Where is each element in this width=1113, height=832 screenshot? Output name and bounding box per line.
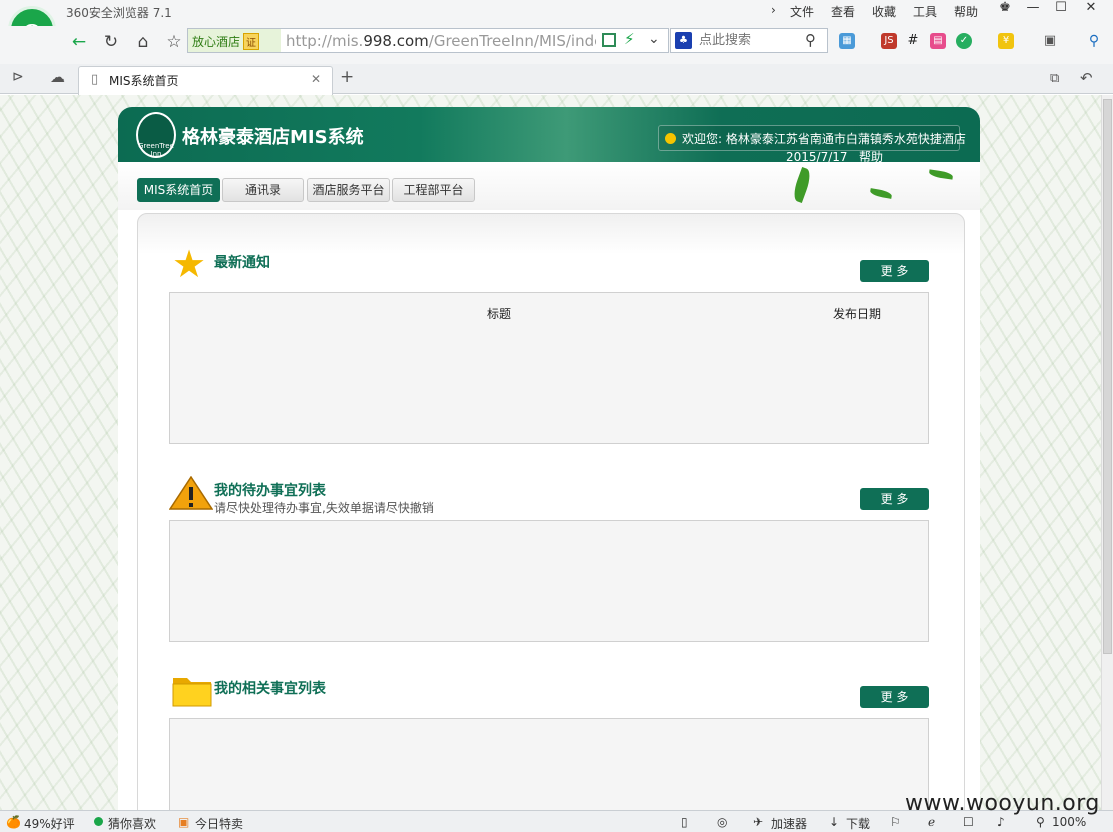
translate-extension-icon[interactable]: ▤ <box>930 33 946 49</box>
url-scheme: http://mis. <box>286 32 364 50</box>
browser-title: 360安全浏览器 7.1 <box>66 6 172 20</box>
rating-text[interactable]: 49%好评 <box>24 815 75 832</box>
js-extension-icon[interactable]: JS <box>881 33 897 49</box>
menu-help[interactable]: 帮助 <box>954 3 978 20</box>
chevron-right-icon[interactable]: › <box>771 3 776 17</box>
star-icon: ★ <box>172 242 207 286</box>
more-notice-button[interactable]: 更 多 <box>860 260 929 282</box>
today-deals[interactable]: 今日特卖 <box>195 815 243 832</box>
menu-favorites[interactable]: 收藏 <box>872 3 896 20</box>
column-header-title: 标题 <box>487 307 512 321</box>
apps-grid-icon[interactable]: ▦ <box>839 33 855 49</box>
column-header-date: 发布日期 <box>833 307 882 321</box>
refresh-icon[interactable]: ↻ <box>97 29 125 55</box>
content-panel: ★ 最新通知 更 多 标题 发布日期 我的待办事宜列表 请尽快处理待办事宜,失效… <box>137 213 965 810</box>
chevron-down-icon[interactable]: ⌄ <box>648 31 660 47</box>
ie-icon[interactable]: ℯ <box>928 815 935 829</box>
rating-icon[interactable]: 🍊 <box>6 815 21 829</box>
zoom-status-icon[interactable]: ⚲ <box>1036 815 1045 829</box>
flag-icon[interactable]: ⚐ <box>890 815 901 829</box>
minimize-button[interactable]: — <box>1018 0 1048 18</box>
watermark: www.wooyun.org <box>905 791 1100 816</box>
leaf-decoration <box>790 166 814 204</box>
url-path: /GreenTreeInn/MIS/inde <box>428 32 596 50</box>
nav-contacts[interactable]: 通讯录 <box>222 178 304 202</box>
url-text[interactable]: http://mis.998.com/GreenTreeInn/MIS/inde <box>286 32 596 50</box>
section-title-related: 我的相关事宜列表 <box>214 681 326 697</box>
search-box[interactable]: ♣ ⚲ <box>670 28 828 53</box>
tab-mis-home[interactable]: ▯ MIS系统首页 ✕ <box>78 66 333 95</box>
scrollbar-thumb[interactable] <box>1103 99 1112 654</box>
site-header: GreenTree Inn 格林豪泰酒店MIS系统 欢迎您: 格林豪泰江苏省南通… <box>118 107 980 164</box>
window-icon[interactable]: ☐ <box>963 815 974 829</box>
favorite-star-icon[interactable]: ☆ <box>160 29 188 55</box>
tab-title: MIS系统首页 <box>109 74 179 88</box>
new-tab-icon[interactable]: + <box>340 67 354 87</box>
search-input[interactable] <box>699 31 803 50</box>
search-engine-icon[interactable]: ♣ <box>675 32 692 49</box>
phone-icon[interactable]: ▯ <box>681 815 688 829</box>
nav-mis-home[interactable]: MIS系统首页 <box>137 178 220 202</box>
screenshot-icon[interactable]: ▣ <box>1042 33 1058 49</box>
download-label[interactable]: 下载 <box>846 815 870 832</box>
guess-you-like[interactable]: 猜你喜欢 <box>108 815 156 832</box>
address-bar[interactable]: 放心酒店证 http://mis.998.com/GreenTreeInn/MI… <box>187 28 669 53</box>
main-nav: MIS系统首页 通讯录 酒店服务平台 工程部平台 <box>118 162 980 210</box>
download-icon[interactable]: ↓ <box>829 815 839 829</box>
back-icon[interactable]: ← <box>65 29 93 55</box>
section-title-todo: 我的待办事宜列表 <box>214 483 326 499</box>
maximize-button[interactable]: ☐ <box>1046 0 1076 18</box>
search-icon[interactable]: ⚲ <box>805 31 816 49</box>
coupon-icon[interactable]: ¥ <box>998 33 1014 49</box>
section-subtitle-todo: 请尽快处理待办事宜,失效单据请尽快撤销 <box>214 501 434 515</box>
folder-icon <box>171 670 212 710</box>
sidebar-toggle-icon[interactable]: ⊳ <box>12 69 24 85</box>
gift-icon[interactable]: ▣ <box>178 815 189 829</box>
zoom-level[interactable]: 100% <box>1052 815 1086 829</box>
accelerator[interactable]: 加速器 <box>771 815 807 832</box>
page-icon: ▯ <box>91 72 99 87</box>
mis-page: GreenTree Inn 格林豪泰酒店MIS系统 欢迎您: 格林豪泰江苏省南通… <box>118 107 980 810</box>
trust-badge-label: 放心酒店 <box>192 35 241 49</box>
certificate-icon: 证 <box>243 33 260 50</box>
web-content: GreenTree Inn 格林豪泰酒店MIS系统 欢迎您: 格林豪泰江苏省南通… <box>0 95 1101 810</box>
more-todo-button[interactable]: 更 多 <box>860 488 929 510</box>
rocket-icon[interactable]: ✈ <box>753 815 763 829</box>
smiley-icon <box>665 133 676 144</box>
swirl-icon[interactable]: ◎ <box>717 815 727 829</box>
close-tab-icon[interactable]: ✕ <box>311 72 321 86</box>
cloud-icon[interactable]: ☁ <box>50 68 65 86</box>
hash-extension-icon[interactable]: # <box>905 33 921 49</box>
more-related-button[interactable]: 更 多 <box>860 686 929 708</box>
leaf-decoration <box>928 169 954 180</box>
vertical-scrollbar[interactable] <box>1101 95 1113 810</box>
menu-file[interactable]: 文件 <box>790 3 814 20</box>
tab-restore-icon[interactable]: ⧉ <box>1050 71 1059 86</box>
welcome-text: 欢迎您: 格林豪泰江苏省南通市白蒲镇秀水苑快捷酒店 <box>682 132 966 146</box>
dot-icon <box>94 817 103 826</box>
close-window-button[interactable]: ✕ <box>1076 0 1106 18</box>
skin-icon[interactable]: ♚ <box>990 0 1020 18</box>
nav-engineering[interactable]: 工程部平台 <box>392 178 475 202</box>
nav-hotel-service[interactable]: 酒店服务平台 <box>307 178 390 202</box>
shield-icon[interactable]: ✓ <box>956 33 972 49</box>
qrcode-icon[interactable] <box>602 33 616 47</box>
lightning-icon[interactable]: ⚡ <box>624 30 635 48</box>
related-list <box>169 718 929 810</box>
notice-table: 标题 发布日期 <box>169 292 929 444</box>
sound-icon[interactable]: ♪ <box>997 815 1005 829</box>
home-icon[interactable]: ⌂ <box>129 29 157 55</box>
trust-badge[interactable]: 放心酒店证 <box>188 29 281 52</box>
url-host: 998.com <box>363 32 429 50</box>
zoom-icon[interactable]: ⚲ <box>1086 33 1102 49</box>
todo-list <box>169 520 929 642</box>
menu-view[interactable]: 查看 <box>831 3 855 20</box>
section-title-notice: 最新通知 <box>214 255 270 271</box>
greentree-logo: GreenTree Inn <box>136 112 176 158</box>
leaf-decoration <box>869 188 893 199</box>
site-title: 格林豪泰酒店MIS系统 <box>182 127 364 148</box>
warning-icon <box>168 475 214 516</box>
menu-tools[interactable]: 工具 <box>913 3 937 20</box>
undo-close-icon[interactable]: ↶ <box>1080 69 1093 87</box>
